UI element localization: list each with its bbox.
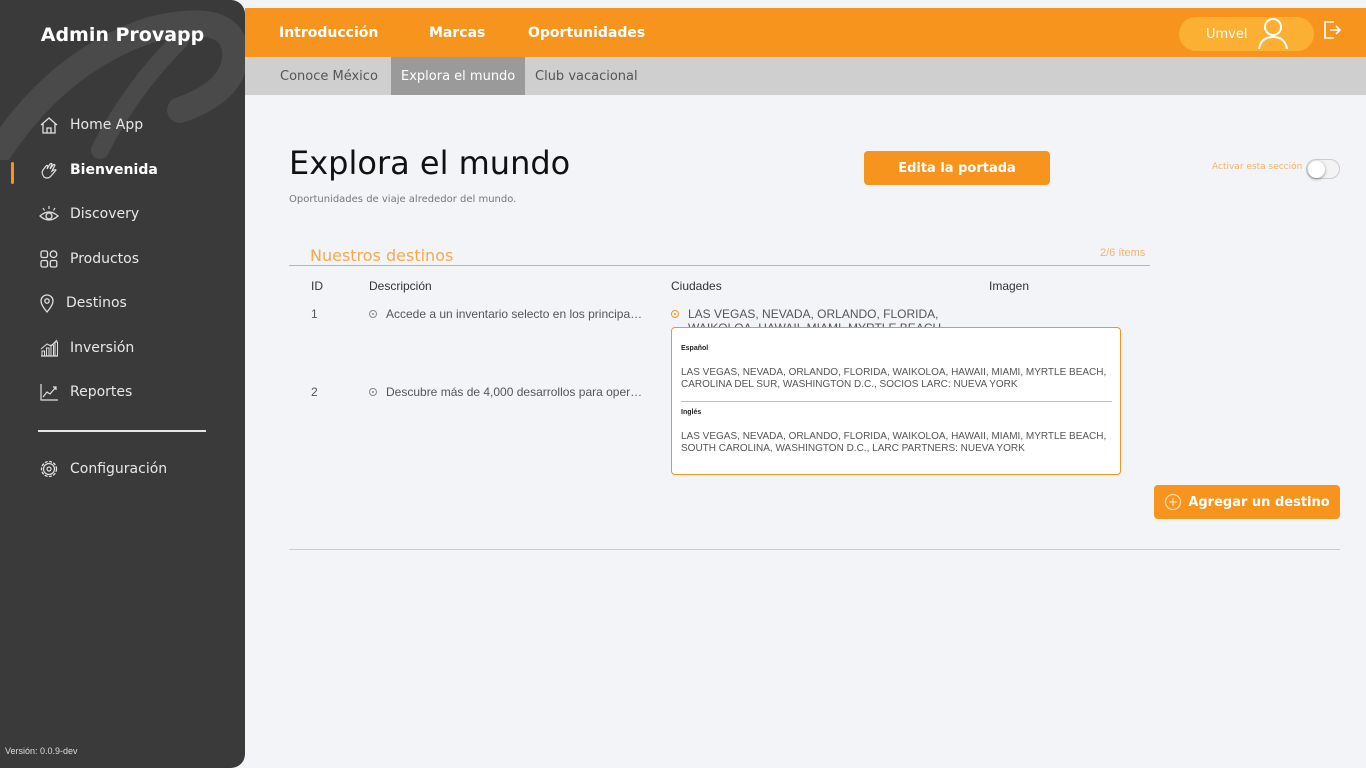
top-nav-bar: Introducción Marcas Oportunidades Umvel	[245, 0, 1366, 57]
sidebar-item-productos[interactable]: Productos	[38, 246, 139, 272]
activate-section-label: Activar esta sección	[1212, 162, 1303, 172]
column-header-descripcion: Descripción	[369, 279, 432, 293]
column-header-ciudades: Ciudades	[671, 279, 722, 293]
sidebar-item-inversion[interactable]: Inversión	[38, 335, 134, 361]
page-title: Explora el mundo	[289, 144, 571, 182]
row-2-id: 2	[311, 385, 318, 399]
popover-divider	[681, 401, 1112, 402]
column-header-imagen: Imagen	[989, 279, 1030, 293]
version-label: Versión: 0.0.9-dev	[5, 746, 78, 756]
waving-hand-icon	[38, 159, 60, 181]
section-title: Nuestros destinos	[310, 246, 454, 265]
user-menu-button[interactable]: Umvel	[1179, 17, 1314, 51]
column-header-id: ID	[311, 279, 323, 293]
subtabs-bar: Conoce México Explora el mundo Club vaca…	[245, 57, 1366, 95]
section-count: 2/6 ítems	[1100, 247, 1146, 259]
popover-english-text: LAS VEGAS, NEVADA, ORLANDO, FLORIDA, WAI…	[681, 431, 1107, 454]
page-subtitle: Oportunidades de viaje alrededor del mun…	[289, 194, 517, 205]
sidebar-item-label: Discovery	[70, 206, 140, 222]
user-avatar-icon	[1258, 18, 1288, 50]
row-2-description[interactable]: Descubre más de 4,000 desarrollos para o…	[386, 385, 644, 399]
user-name: Umvel	[1206, 27, 1248, 42]
sidebar-item-label: Home App	[70, 117, 144, 133]
bar-chart-icon	[38, 337, 60, 359]
active-indicator	[11, 162, 14, 184]
sidebar-item-destinos[interactable]: Destinos	[38, 290, 127, 316]
sidebar-item-label: Bienvenida	[70, 162, 158, 178]
sidebar-item-bienvenida[interactable]: Bienvenida	[38, 157, 158, 183]
add-circle-icon	[1165, 493, 1182, 511]
popover-spanish-text: LAS VEGAS, NEVADA, ORLANDO, FLORIDA, WAI…	[681, 367, 1107, 390]
bottom-divider	[289, 549, 1340, 550]
row-1-cities-bullet	[671, 310, 679, 318]
edit-cover-button[interactable]: Edita la portada	[864, 151, 1050, 185]
sidebar-item-home-app[interactable]: Home App	[38, 112, 143, 138]
cities-popover: Español LAS VEGAS, NEVADA, ORLANDO, FLOR…	[671, 327, 1121, 475]
activate-section-toggle[interactable]	[1306, 159, 1340, 179]
sidebar-item-label: Inversión	[70, 340, 135, 356]
sidebar-item-label: Destinos	[66, 295, 127, 311]
sidebar-item-label: Configuración	[70, 461, 168, 477]
section-divider	[289, 265, 1150, 266]
popover-english-label: Inglés	[681, 409, 702, 416]
sidebar-item-discovery[interactable]: Discovery	[38, 201, 139, 227]
popover-spanish-label: Español	[681, 345, 709, 352]
sidebar-item-reportes[interactable]: Reportes	[38, 379, 132, 405]
tab-marcas[interactable]: Marcas	[429, 8, 485, 57]
sidebar-divider	[38, 430, 206, 432]
eye-icon	[38, 203, 60, 225]
sidebar-item-label: Productos	[70, 251, 140, 267]
grid-icon	[38, 248, 60, 270]
row-1-description-bullet	[369, 310, 377, 318]
gear-icon	[38, 458, 60, 480]
add-destination-button[interactable]: Agregar un destino	[1154, 485, 1340, 519]
add-destination-label: Agregar un destino	[1188, 494, 1330, 510]
location-pin-icon	[38, 292, 56, 314]
app-title: Admin Provapp	[40, 24, 205, 46]
subtab-explora-el-mundo[interactable]: Explora el mundo	[391, 57, 526, 95]
toggle-knob	[1308, 161, 1325, 178]
row-1-cities[interactable]: LAS VEGAS, NEVADA, ORLANDO, FLORIDA, WAI…	[688, 307, 958, 327]
sidebar: Admin Provapp Home App Bienvenida Discov…	[0, 0, 245, 768]
subtab-conoce-mexico[interactable]: Conoce México	[270, 57, 388, 95]
row-1-description[interactable]: Accede a un inventario selecto en los pr…	[386, 307, 644, 321]
tab-oportunidades[interactable]: Oportunidades	[528, 8, 645, 57]
home-icon	[38, 114, 60, 136]
sidebar-item-configuracion[interactable]: Configuración	[38, 456, 167, 482]
line-chart-icon	[38, 381, 60, 403]
logout-icon[interactable]	[1322, 20, 1342, 40]
active-tab-caret	[578, 0, 592, 8]
tab-introduccion[interactable]: Introducción	[279, 8, 378, 57]
row-2-description-bullet	[369, 388, 377, 396]
sidebar-item-label: Reportes	[70, 384, 133, 400]
subtab-club-vacacional[interactable]: Club vacacional	[525, 57, 648, 95]
row-1-id: 1	[311, 307, 318, 321]
